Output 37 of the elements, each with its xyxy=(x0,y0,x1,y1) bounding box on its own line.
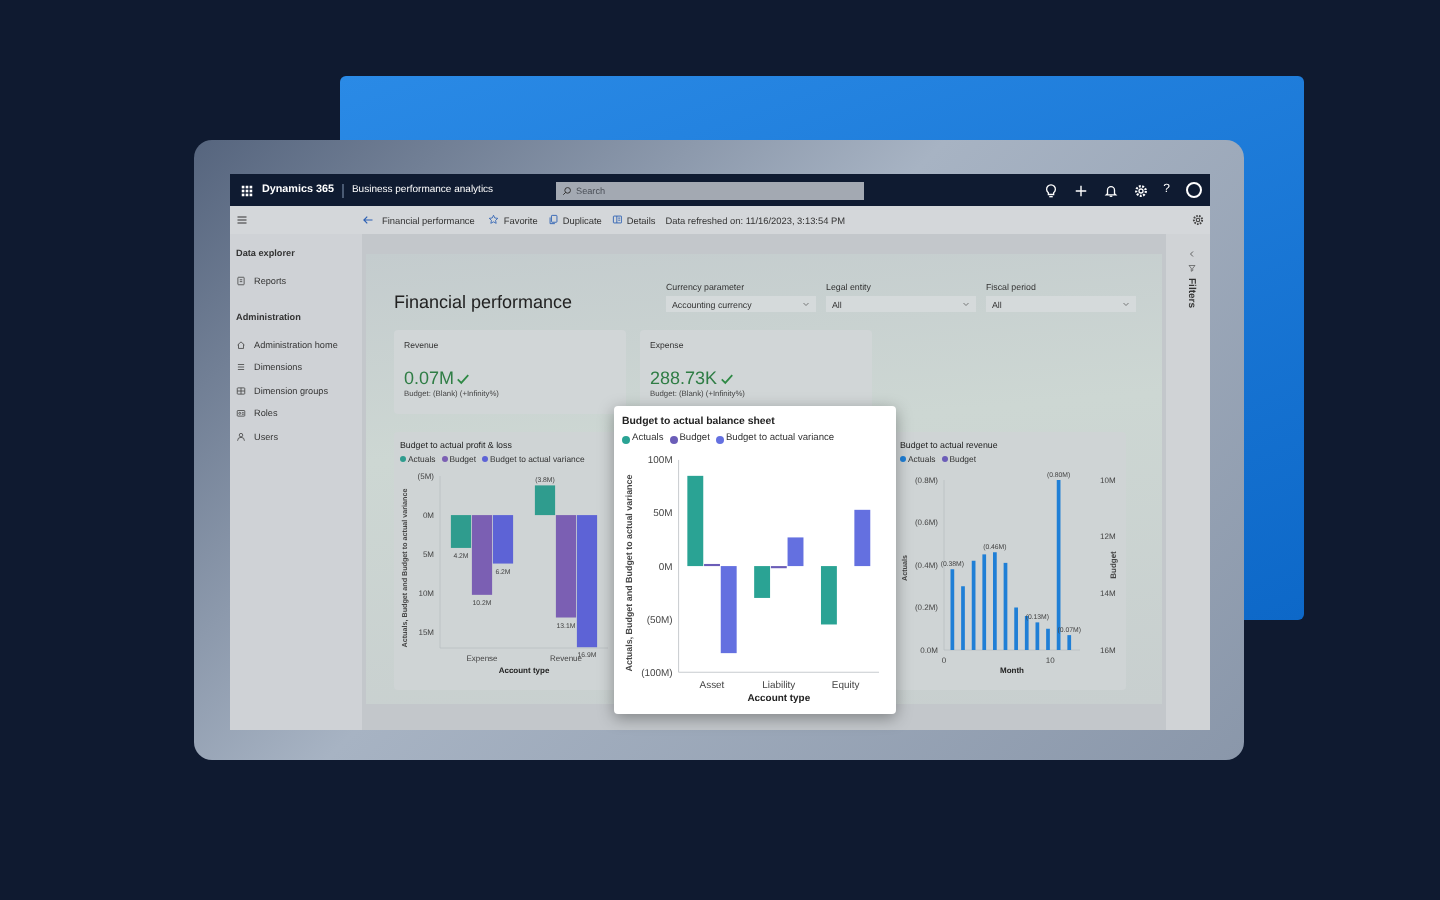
search-icon xyxy=(562,185,572,195)
chart-bar xyxy=(1035,622,1040,650)
chart-bar xyxy=(950,569,955,650)
chart-bar xyxy=(1067,635,1072,650)
funnel-icon xyxy=(1187,264,1195,272)
person-icon xyxy=(236,431,246,442)
chart-bar xyxy=(1024,616,1029,650)
chart-bar xyxy=(576,515,598,648)
check-icon xyxy=(456,371,471,385)
avatar[interactable] xyxy=(1186,182,1202,198)
grid-icon xyxy=(236,385,246,396)
chevron-down-icon xyxy=(802,300,810,308)
chevron-down-icon xyxy=(962,300,970,308)
chart-bar xyxy=(982,554,987,650)
chart-bar xyxy=(971,560,976,650)
copy-icon xyxy=(547,214,559,226)
check-icon xyxy=(719,371,734,385)
kpi-value: 0.07M xyxy=(404,368,455,388)
chevron-down-icon xyxy=(1122,300,1130,308)
page-title: Financial performance xyxy=(394,292,575,312)
plus-icon[interactable] xyxy=(1073,183,1088,197)
document-icon xyxy=(236,276,246,287)
home-icon xyxy=(236,339,246,350)
menu-icon[interactable] xyxy=(236,214,248,226)
chart-bar xyxy=(1003,562,1008,650)
bell-icon[interactable] xyxy=(1103,183,1118,197)
settings-icon[interactable] xyxy=(1192,214,1204,226)
lightbulb-icon[interactable] xyxy=(1043,183,1058,197)
chart-bar xyxy=(854,509,871,567)
star-icon xyxy=(488,214,500,226)
kpi-value: 288.73K xyxy=(650,368,718,388)
id-card-icon xyxy=(236,408,246,419)
chart-bar xyxy=(820,566,837,625)
app-launcher-icon[interactable] xyxy=(240,183,254,197)
list-icon xyxy=(236,362,246,373)
back-icon[interactable] xyxy=(362,214,374,226)
details-icon xyxy=(611,214,623,226)
